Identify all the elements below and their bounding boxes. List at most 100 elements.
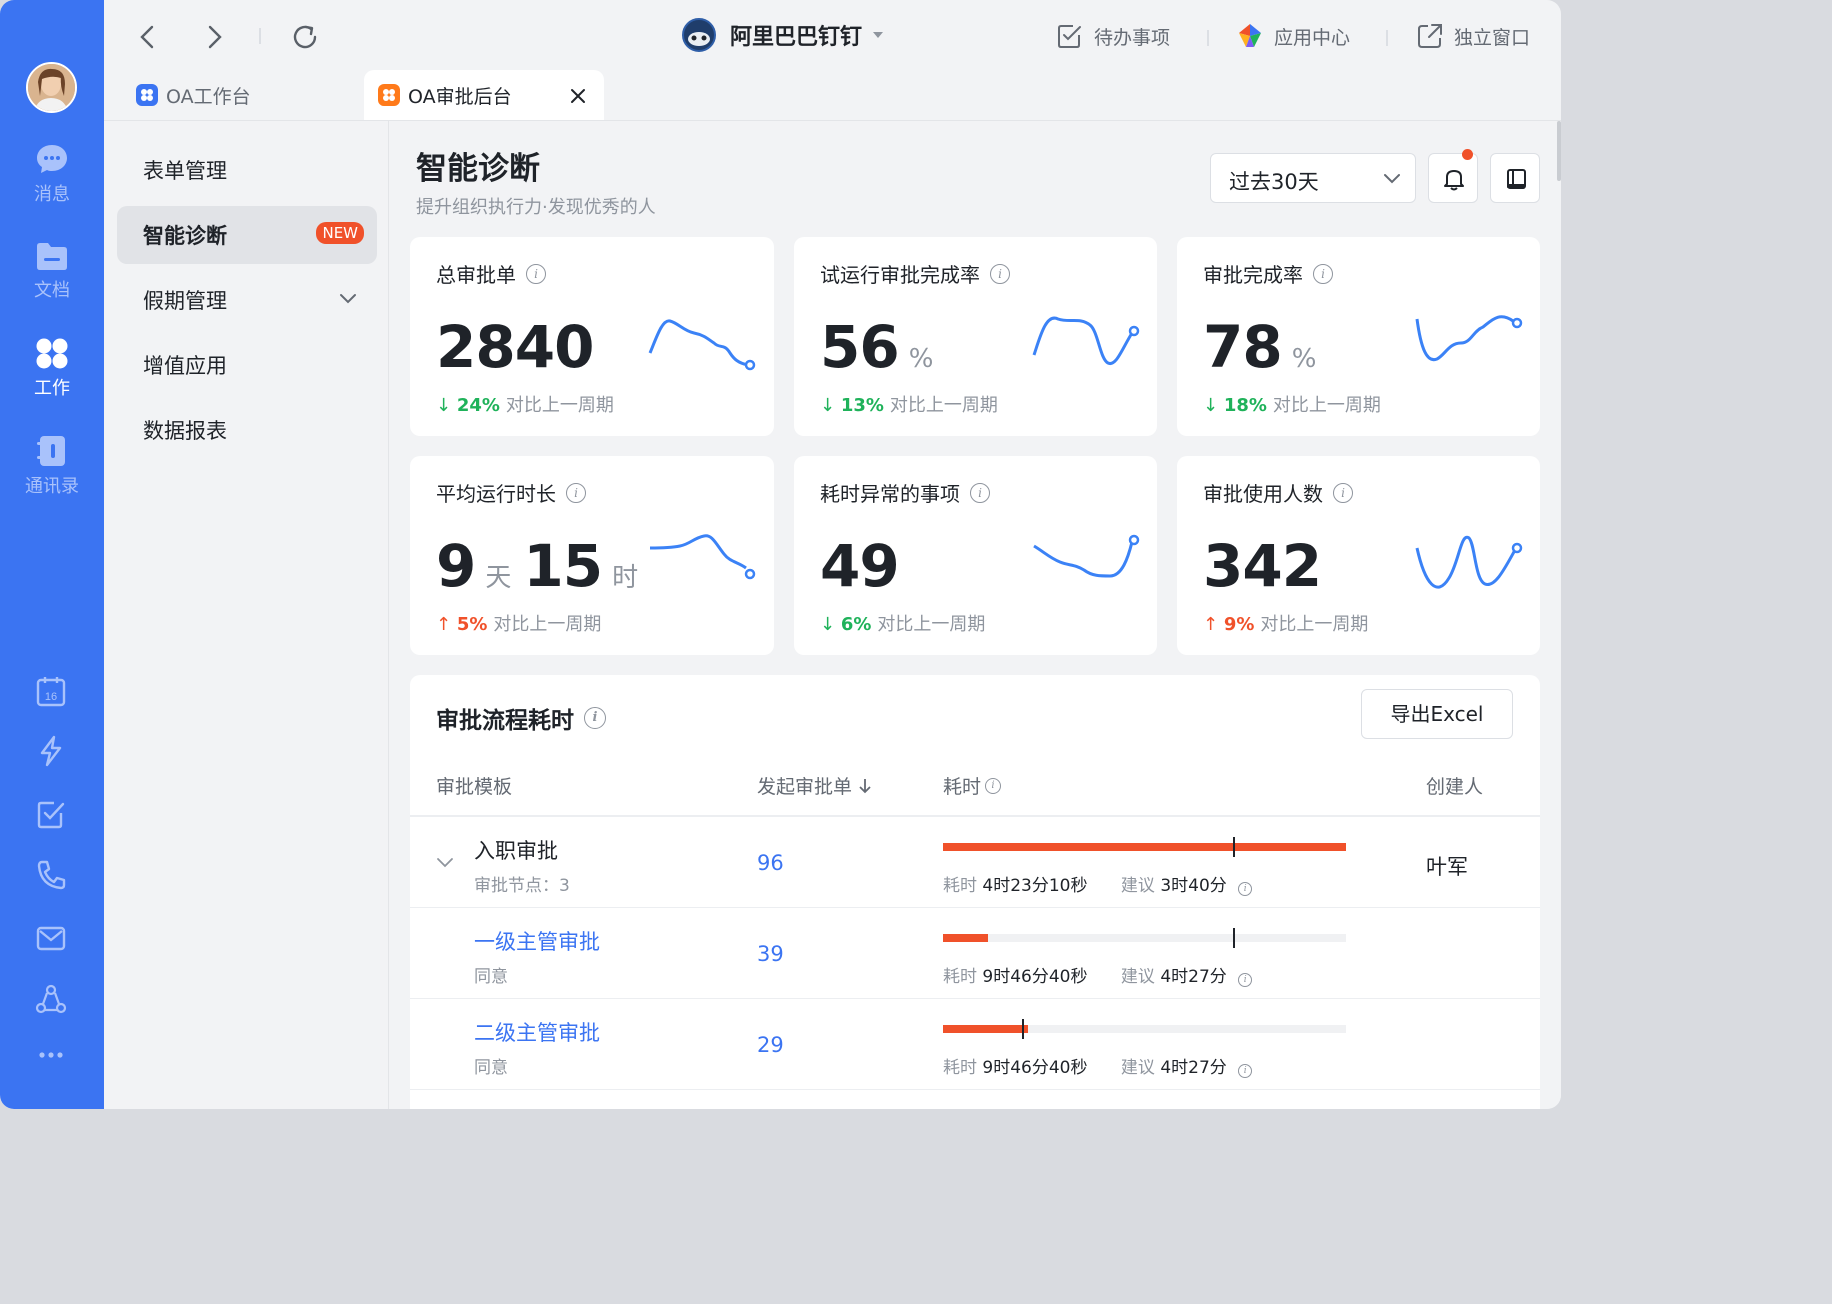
column-header-duration[interactable]: 耗时 i — [943, 772, 1002, 799]
arrow-up-icon: ↑ — [1203, 614, 1219, 635]
info-icon[interactable]: i — [526, 263, 546, 284]
todo-icon[interactable] — [34, 797, 68, 831]
kpi-value: 49 — [820, 532, 900, 600]
kpi-card[interactable]: 总审批单 i 2840 ↓ 24% 对比上一周期 — [410, 237, 774, 436]
message-icon — [37, 145, 67, 173]
table-row[interactable]: 一级主管审批 同意 39 耗时 9时46分40秒 建议 4时27分 i — [410, 908, 1540, 999]
back-icon[interactable] — [136, 24, 160, 50]
kpi-value: 78 — [1203, 313, 1283, 381]
info-icon[interactable]: i — [1238, 882, 1253, 896]
kpi-card[interactable]: 审批完成率 i 78% ↓ 18% 对比上一周期 — [1177, 237, 1540, 436]
phone-icon[interactable] — [34, 858, 68, 892]
info-icon[interactable]: i — [1238, 973, 1253, 987]
suggest-label: 建议 — [1120, 876, 1155, 896]
nav-label: 表单管理 — [143, 159, 227, 183]
info-icon[interactable]: i — [985, 777, 1002, 794]
rail-label: 通讯录 — [25, 476, 79, 497]
arrow-down-icon: ↓ — [820, 614, 836, 635]
column-header-template[interactable]: 审批模板 — [436, 772, 512, 799]
duration-label: 耗时 — [943, 1058, 977, 1078]
table-row[interactable]: 入职审批 审批节点：3 96 耗时 4时23分10秒 建议 3时40分 i 叶军 — [410, 817, 1540, 908]
duration-bar-fill — [943, 843, 1346, 851]
caret-down-icon — [873, 32, 884, 38]
kpi-delta: 13% — [840, 395, 884, 416]
scrollbar-thumb[interactable] — [1557, 121, 1561, 181]
guide-button[interactable] — [1490, 153, 1540, 203]
column-header-creator[interactable]: 创建人 — [1426, 772, 1483, 799]
info-icon[interactable]: i — [1238, 1064, 1253, 1078]
tab-oa-workbench[interactable]: OA工作台 — [136, 70, 251, 120]
mail-icon[interactable] — [34, 921, 68, 955]
tab-oa-approval-admin[interactable]: OA审批后台 — [364, 70, 604, 120]
period-select[interactable]: 过去30天 — [1210, 153, 1416, 203]
kpi-card[interactable]: 平均运行时长 i 9 天 15 时 ↑ 5% 对比上一周期 — [410, 456, 774, 655]
table-row[interactable]: 二级主管审批 同意 29 耗时 9时46分40秒 建议 4时27分 i — [410, 999, 1540, 1090]
nav-item-value-added-apps[interactable]: 增值应用 — [117, 336, 377, 394]
info-icon[interactable]: i — [990, 263, 1010, 284]
left-rail: 消息 文档 工作 通讯录 16 — [0, 0, 104, 1109]
export-excel-button[interactable]: 导出Excel — [1361, 689, 1513, 739]
kpi-card[interactable]: 耗时异常的事项 i 49 ↓ 6% 对比上一周期 — [794, 456, 1157, 655]
approval-duration-card: 审批流程耗时 i 导出Excel 审批模板 发起审批单 耗时 i 创建人 入职审… — [410, 675, 1540, 1109]
notification-button[interactable] — [1428, 149, 1478, 203]
kpi-unit: % — [1291, 344, 1317, 374]
kpi-card[interactable]: 试运行审批完成率 i 56% ↓ 13% 对比上一周期 — [794, 237, 1157, 436]
top-bar: 阿里巴巴钉钉 待办事项 应用中心 独立窗口 — [104, 0, 1561, 72]
tab-app-icon — [136, 84, 158, 106]
todo-button[interactable]: 待办事项 — [1056, 22, 1170, 50]
kpi-title: 试运行审批完成率 — [820, 263, 980, 287]
info-icon[interactable]: i — [1313, 263, 1333, 284]
refresh-icon[interactable] — [290, 22, 320, 52]
rail-item-work[interactable]: 工作 — [0, 336, 104, 400]
nav-item-leave-management[interactable]: 假期管理 — [117, 271, 377, 329]
template-name[interactable]: 一级主管审批 — [474, 926, 600, 956]
new-badge: NEW — [316, 222, 364, 244]
kpi-value: 2840 — [436, 313, 594, 381]
todo-label: 待办事项 — [1094, 26, 1171, 49]
rail-item-docs[interactable]: 文档 — [0, 240, 104, 302]
sparkline — [1033, 534, 1140, 578]
rail-item-contacts[interactable]: 通讯录 — [0, 434, 104, 498]
standalone-label: 独立窗口 — [1454, 26, 1531, 49]
template-name[interactable]: 二级主管审批 — [474, 1017, 600, 1047]
info-icon[interactable]: i — [1333, 482, 1353, 503]
kpi-title: 审批完成率 — [1203, 263, 1303, 287]
forward-icon[interactable] — [202, 24, 226, 50]
nav-item-smart-diagnosis[interactable]: 智能诊断 NEW — [117, 206, 377, 264]
standalone-window-button[interactable]: 独立窗口 — [1416, 22, 1530, 50]
rail-label: 消息 — [34, 184, 70, 205]
request-count[interactable]: 96 — [757, 851, 784, 875]
kpi-card[interactable]: 审批使用人数 i 342 ↑ 9% 对比上一周期 — [1177, 456, 1540, 655]
kpi-unit-2: 时 — [612, 563, 639, 593]
close-icon[interactable] — [570, 88, 586, 104]
arrow-down-icon: ↓ — [820, 395, 836, 416]
org-switcher[interactable]: 阿里巴巴钉钉 — [682, 18, 884, 52]
kpi-value: 56 — [820, 313, 900, 381]
template-name: 入职审批 — [474, 839, 558, 863]
calendar-icon[interactable]: 16 — [34, 674, 68, 708]
column-header-count[interactable]: 发起审批单 — [757, 772, 872, 799]
nav-item-data-reports[interactable]: 数据报表 — [117, 401, 377, 459]
duration-bar-fill — [943, 934, 988, 942]
info-icon[interactable]: i — [970, 482, 990, 503]
lightning-icon[interactable] — [34, 734, 68, 768]
more-icon[interactable] — [34, 1040, 68, 1074]
chevron-down-icon[interactable] — [436, 857, 454, 869]
rail-item-messages[interactable]: 消息 — [0, 142, 104, 206]
network-icon[interactable] — [34, 983, 68, 1017]
duration-meta: 耗时 9时46分40秒 建议 4时27分 i — [943, 962, 1253, 987]
avatar[interactable] — [26, 62, 77, 113]
template-sub: 同意 — [474, 1058, 508, 1078]
todo-check-icon — [1058, 25, 1081, 48]
sparkline — [1415, 315, 1523, 362]
request-count[interactable]: 39 — [757, 942, 784, 966]
duration-meta: 耗时 9时46分40秒 建议 4时27分 i — [943, 1053, 1253, 1078]
kpi-unit: 天 — [485, 563, 512, 593]
suggest-marker — [1022, 1019, 1024, 1039]
nav-item-form-management[interactable]: 表单管理 — [117, 141, 377, 199]
info-icon[interactable]: i — [584, 707, 606, 729]
duration-bar-fill — [943, 1025, 1028, 1033]
info-icon[interactable]: i — [566, 482, 586, 503]
app-center-button[interactable]: 应用中心 — [1236, 22, 1350, 50]
request-count[interactable]: 29 — [757, 1033, 784, 1057]
